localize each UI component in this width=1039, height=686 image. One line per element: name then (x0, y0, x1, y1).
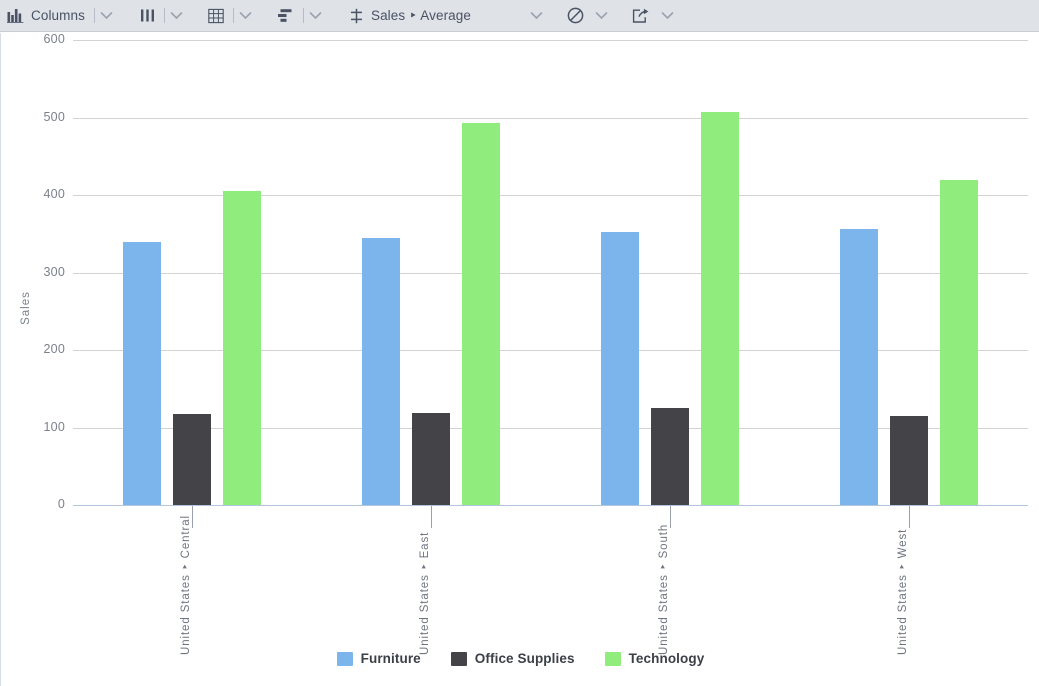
axis-split-icon (349, 8, 364, 24)
gridline (73, 40, 1028, 41)
y-axis-tick-label: 400 (43, 187, 65, 201)
bar-technology[interactable] (939, 180, 978, 505)
legend-swatch (336, 651, 353, 666)
export-dropdown-caret[interactable] (657, 3, 677, 29)
table-grid-icon (208, 8, 224, 24)
x-axis-category-label[interactable]: United States ‣ South (658, 524, 678, 655)
chart-panel: 0 100 200 300 400 500 600 United States ‣ Centr… (0, 32, 1039, 686)
bar-furniture[interactable] (839, 229, 878, 505)
x-axis-category-label[interactable]: United States ‣ East (419, 529, 439, 655)
bar-office-supplies[interactable] (889, 415, 928, 505)
x-axis-line (73, 505, 1028, 506)
sort-button[interactable] (270, 3, 301, 29)
bars-button[interactable] (133, 3, 162, 29)
toolbar-divider (232, 8, 234, 23)
x-axis-category-label-text: United States ‣ East (419, 531, 431, 655)
legend-label: Technology (628, 651, 705, 666)
toolbar-divider (93, 8, 95, 23)
sort-control-group (270, 0, 326, 32)
plot-area: 0 100 200 300 400 500 600 United States ‣ Centr… (1, 32, 1039, 686)
legend-item-furniture[interactable]: Furniture (336, 651, 421, 666)
legend-item-office-supplies[interactable]: Office Supplies (450, 651, 575, 666)
y-axis-title-text: Sales (20, 291, 32, 325)
bar-office-supplies[interactable] (412, 412, 451, 505)
export-share-icon (632, 8, 650, 24)
x-axis-category-label[interactable]: United States ‣ West (897, 529, 917, 655)
vertical-bars-icon (140, 8, 155, 23)
chart-toolbar: Columns Sales ‣ Average (0, 0, 1039, 32)
toolbar-divider (163, 8, 165, 23)
bar-furniture[interactable] (600, 232, 639, 505)
legend-item-technology[interactable]: Technology (604, 651, 705, 666)
y-axis-tick-label: 100 (43, 419, 65, 434)
measure-dropdown-caret[interactable] (526, 3, 546, 29)
y-axis-tick-label: 200 (43, 342, 65, 356)
bar-technology[interactable] (462, 122, 501, 505)
legend-label: Furniture (360, 651, 421, 666)
grid-button[interactable] (201, 3, 231, 29)
measure-button-label: Sales ‣ Average (370, 7, 471, 23)
bar-technology[interactable] (223, 191, 262, 505)
bar-office-supplies[interactable] (650, 408, 689, 505)
no-entry-icon (567, 7, 584, 24)
y-axis-tick-label: 500 (43, 109, 65, 124)
x-axis-tick (909, 506, 910, 528)
x-axis-tick (431, 506, 432, 528)
toolbar-divider (302, 8, 304, 23)
chart-legend: Furniture Office Supplies Technology (1, 651, 1039, 666)
block-dropdown-caret[interactable] (591, 3, 611, 29)
sort-dropdown-caret[interactable] (306, 3, 326, 29)
export-button[interactable] (625, 3, 657, 29)
gridline (73, 195, 1028, 196)
bar-office-supplies[interactable] (173, 414, 212, 505)
x-axis-tick (670, 506, 671, 528)
x-axis-category-label-text: United States ‣ West (897, 528, 909, 655)
legend-swatch (450, 651, 467, 666)
y-axis-title: Sales (17, 273, 35, 343)
sort-bars-icon (277, 8, 294, 23)
bar-furniture[interactable] (123, 241, 162, 505)
block-button[interactable] (560, 3, 591, 29)
gridline (73, 117, 1028, 119)
legend-label: Office Supplies (474, 651, 575, 666)
bar-chart-icon (7, 8, 24, 23)
y-axis-tick-label: 600 (43, 32, 65, 46)
measure-button[interactable]: Sales ‣ Average (342, 3, 478, 29)
columns-button[interactable]: Columns (0, 3, 92, 29)
bar-technology[interactable] (700, 112, 739, 505)
x-axis-tick (192, 506, 193, 528)
x-axis-category-label[interactable]: United States ‣ Central (180, 515, 200, 655)
y-axis-tick-label: 0 (57, 497, 65, 511)
gridline (73, 350, 1028, 351)
grid-dropdown-caret[interactable] (236, 3, 256, 29)
columns-dropdown-caret[interactable] (97, 3, 117, 29)
bars-dropdown-caret[interactable] (167, 3, 187, 29)
x-axis-category-label-text: United States ‣ Central (180, 515, 192, 655)
gridline (73, 427, 1028, 429)
columns-button-label: Columns (31, 8, 85, 23)
bars-control-group (133, 0, 187, 32)
x-axis-category-label-text: United States ‣ South (658, 523, 670, 655)
gridline (73, 272, 1028, 274)
grid-control-group (201, 0, 256, 32)
legend-swatch (604, 651, 621, 666)
columns-control-group: Columns (0, 0, 117, 32)
bar-furniture[interactable] (362, 237, 401, 505)
measure-control-group: Sales ‣ Average (342, 0, 478, 32)
